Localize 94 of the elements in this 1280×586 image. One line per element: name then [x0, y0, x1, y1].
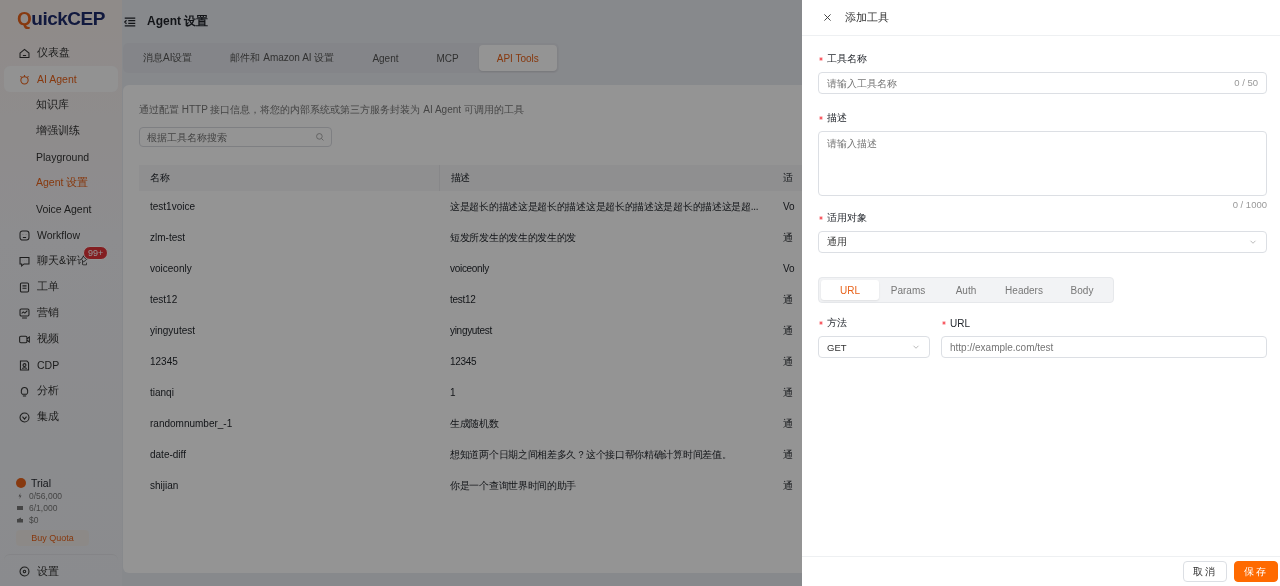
settings-item[interactable]: 设置: [4, 554, 118, 580]
table-cell-text: yingyutest: [449, 324, 494, 338]
tab[interactable]: 邮件和 Amazon AI 设置: [212, 45, 353, 71]
wallet-icon: [16, 516, 24, 524]
quota-value: 6/1,000: [29, 503, 58, 513]
chat-bubble-icon: [18, 254, 31, 268]
field-label: URL: [950, 317, 970, 329]
bolt-icon: [16, 492, 24, 500]
plan-badge-icon: [16, 478, 26, 488]
table-cell-text: 通: [782, 478, 794, 493]
sidebar-item[interactable]: 分析: [4, 378, 118, 404]
table-cell-text: tianqi: [149, 386, 175, 400]
sidebar-item[interactable]: AI Agent: [4, 66, 118, 92]
tab[interactable]: Agent: [354, 45, 417, 71]
table-cell-text: randomnumber_-1: [149, 417, 234, 431]
table-cell: test1voice: [139, 191, 439, 222]
table-cell-text: 12345: [449, 355, 478, 369]
field-label: 适用对象: [827, 211, 867, 225]
table-cell-text: test12: [449, 293, 477, 307]
search-icon: [315, 132, 325, 142]
table-cell-text: 通: [782, 416, 794, 431]
table-cell-text: voiceonly: [449, 262, 490, 276]
sidebar-item[interactable]: CDP: [4, 352, 118, 378]
table-cell-text: voiceonly: [149, 262, 193, 276]
sidebar-item[interactable]: Workflow: [4, 222, 118, 248]
sidebar-item[interactable]: 营销: [4, 300, 118, 326]
circle-check-icon: [18, 410, 31, 424]
document-icon: [18, 280, 31, 294]
settings-icon: [18, 565, 31, 578]
sidebar-subitem[interactable]: Playground: [4, 144, 118, 170]
table-cell-text: 1: [449, 386, 457, 400]
drawer-title: 添加工具: [845, 10, 889, 25]
logo: QuickCEP: [16, 8, 105, 31]
save-button[interactable]: 保存: [1234, 561, 1278, 582]
dropdown[interactable]: GET: [818, 336, 930, 358]
tab[interactable]: API Tools: [478, 45, 557, 71]
home-icon: [18, 46, 31, 60]
monitor-icon: [18, 306, 31, 320]
tab[interactable]: MCP: [418, 45, 477, 71]
robot-icon: [18, 72, 31, 86]
column-header: 名称: [139, 165, 439, 191]
plan-name: Trial: [31, 477, 52, 489]
profile-card-icon: [18, 358, 31, 372]
table-cell-text: 短发所发生的发生的发生的发: [449, 230, 578, 245]
field-label: 工具名称: [827, 52, 867, 66]
table-cell-text: 想知道两个日期之间相差多久？这个接口帮你精确计算时间差值。: [449, 447, 733, 462]
table-cell-text: 通: [782, 230, 794, 245]
search-field[interactable]: 根据工具名称搜索: [139, 127, 332, 147]
tab[interactable]: Params: [879, 280, 937, 300]
page-title: Agent 设置: [147, 13, 209, 30]
table-cell-text: 你是一个查询世界时间的助手: [449, 478, 578, 493]
table-cell-text: yingyutest: [149, 324, 197, 338]
cancel-button[interactable]: 取消: [1183, 561, 1227, 582]
field-label: 描述: [827, 111, 847, 125]
envelope-icon: [16, 504, 24, 512]
dropdown[interactable]: 通用: [818, 231, 1267, 253]
table-cell-text: 12345: [149, 355, 179, 369]
tab[interactable]: Headers: [995, 280, 1053, 300]
face-box-icon: [18, 228, 31, 242]
sidebar-item[interactable]: 视频: [4, 326, 118, 352]
input-field[interactable]: http://example.com/test: [941, 336, 1267, 358]
text-area[interactable]: 请输入描述: [818, 131, 1267, 196]
field-label: 方法: [827, 316, 847, 330]
sidebar-subitem[interactable]: Voice Agent: [4, 196, 118, 222]
sidebar-subitem[interactable]: 知识库: [4, 92, 118, 118]
table-cell-text: 通: [782, 323, 794, 338]
sidebar-item[interactable]: 集成: [4, 404, 118, 430]
table-cell-text: shijian: [149, 479, 180, 493]
table-cell-text: 生成随机数: [449, 416, 500, 431]
menu-icon[interactable]: [123, 14, 137, 29]
table-cell-text: zlm-test: [149, 231, 186, 245]
table-cell-text: 通: [782, 292, 794, 307]
table-cell-text: 通: [782, 354, 794, 369]
lightbulb-icon: [18, 384, 31, 398]
close-icon[interactable]: [822, 12, 833, 23]
table-cell: Vo: [780, 191, 819, 222]
character-counter: 0 / 1000: [1232, 199, 1267, 210]
column-header: 描述: [439, 165, 780, 191]
sidebar-subitem[interactable]: 增强训练: [4, 118, 118, 144]
table-cell: 这是超长的描述这是超长的描述这是超长的描述这是超长的描述这是超...: [439, 191, 780, 222]
table-cell-text: test12: [149, 293, 179, 307]
sidebar-item[interactable]: 仪表盘: [4, 40, 118, 66]
quota-value: 0/56,000: [29, 491, 63, 501]
tab[interactable]: Auth: [937, 280, 995, 300]
tab[interactable]: Body: [1053, 280, 1111, 300]
character-counter: 0 / 50: [1234, 77, 1258, 88]
tab[interactable]: URL: [821, 280, 879, 300]
tab[interactable]: 消息AI设置: [125, 45, 211, 71]
sidebar-item[interactable]: 工单: [4, 274, 118, 300]
table-cell-text: 通: [782, 447, 794, 462]
table-cell-text: 通: [782, 385, 794, 400]
table-cell-text: date-diff: [149, 448, 187, 462]
quota-value: $0: [29, 515, 39, 525]
table-cell-text: Vo: [782, 262, 796, 276]
